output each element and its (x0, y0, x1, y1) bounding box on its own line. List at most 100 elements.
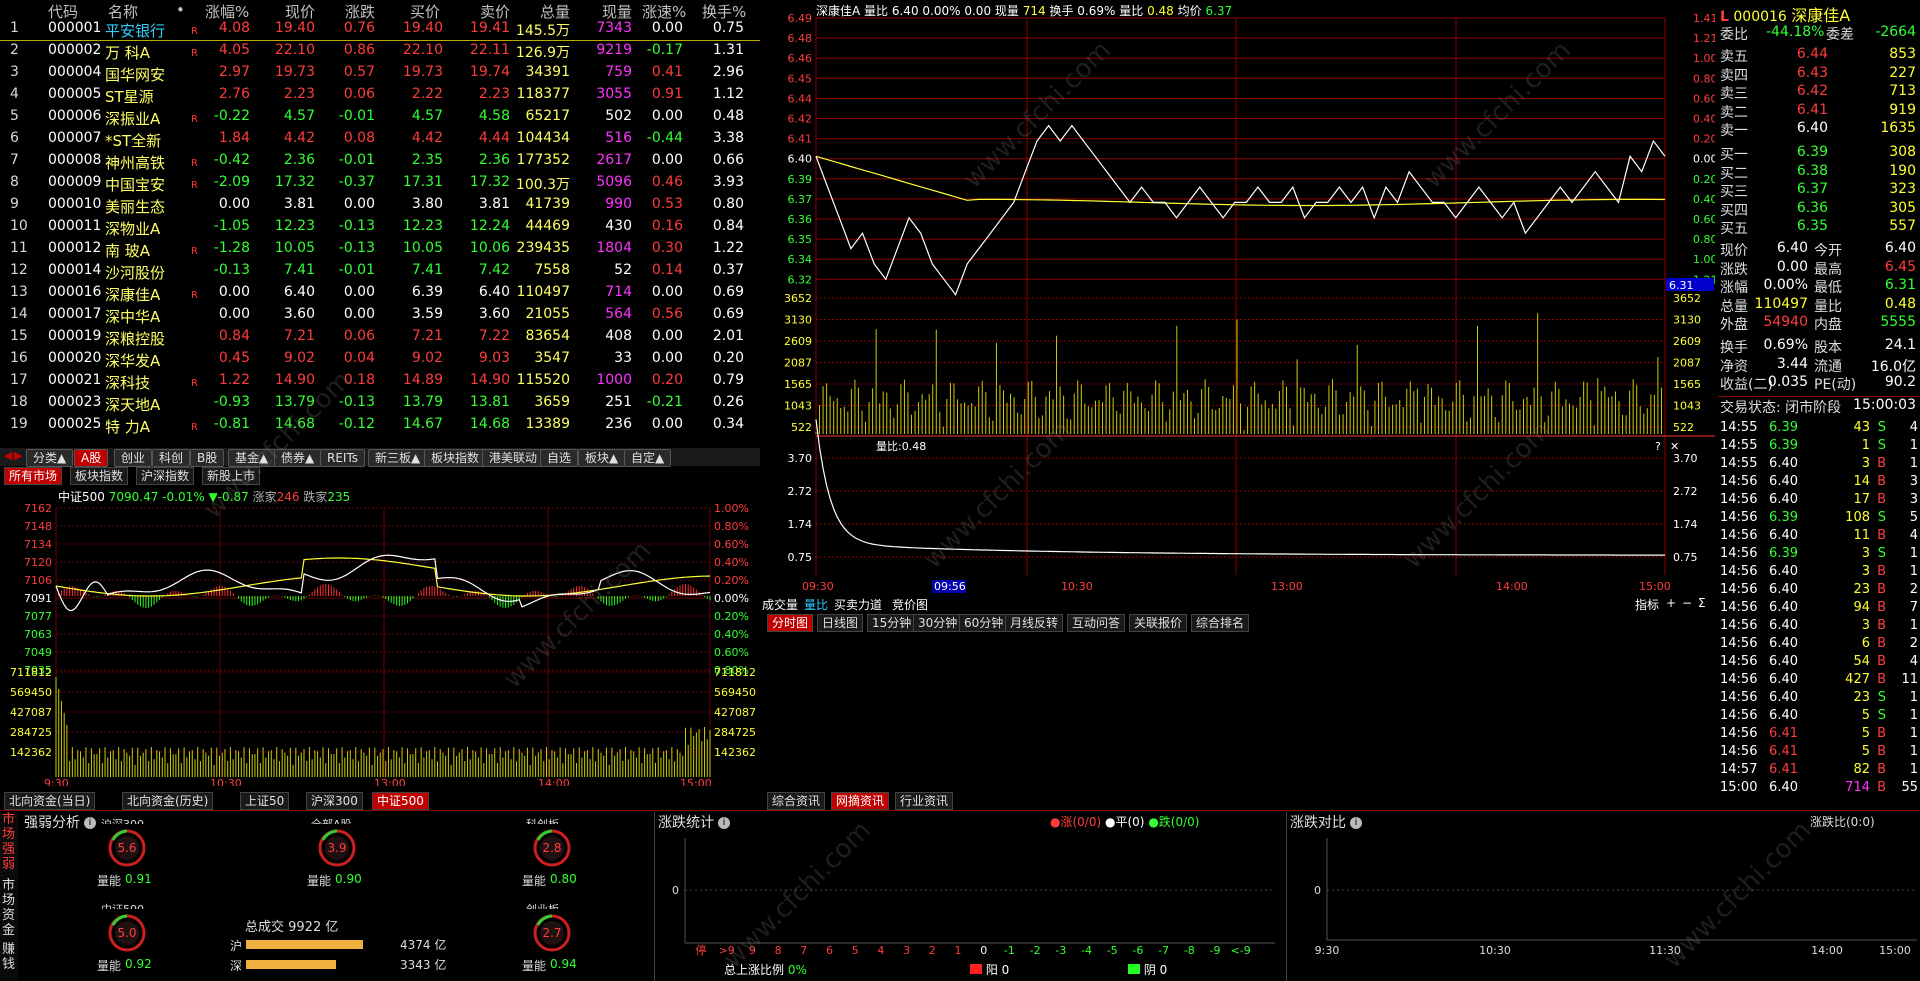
period-tab[interactable]: 关联报价 (1129, 614, 1188, 632)
stock-code[interactable]: 000012 (48, 240, 101, 256)
table-row[interactable]: 5 000006 深振业A R -0.22 4.57 -0.01 4.57 4.58 65217 5… (0, 106, 760, 128)
period-tab[interactable]: 日线图 (817, 614, 864, 632)
ask-level-row[interactable]: 卖四 6.43 227 (1718, 65, 1920, 84)
index-tab[interactable]: 沪深300 (306, 792, 363, 810)
period-tab[interactable]: 综合排名 (1191, 614, 1250, 632)
strength-gauge[interactable]: 5.6 (105, 826, 149, 870)
bid-level-row[interactable]: 买二 6.38 190 (1718, 163, 1920, 182)
stock-code[interactable]: 000004 (48, 64, 101, 80)
ask-level-row[interactable]: 卖三 6.42 713 (1718, 83, 1920, 102)
stock-name[interactable]: 深粮控股 (105, 328, 165, 349)
index-tab[interactable]: 北向资金(历史) (122, 792, 214, 810)
table-row[interactable]: 16 000020 深华发A 0.45 9.02 0.04 9.02 9.03 3547 33 0.… (0, 348, 760, 370)
table-row[interactable]: 11 000012 南 玻A R -1.28 10.05 -0.13 10.05 10.06 23… (0, 238, 760, 260)
stock-name[interactable]: 深中华A (105, 306, 160, 327)
table-row[interactable]: 18 000023 深天地A -0.93 13.79 -0.13 13.79 13.81 365… (0, 392, 760, 414)
stock-name[interactable]: ST星源 (105, 86, 154, 107)
stock-name[interactable]: 南 玻A (105, 240, 150, 261)
market-tab[interactable]: 板块指数 (70, 467, 129, 485)
stock-name[interactable]: 国华网安 (105, 64, 165, 85)
table-row[interactable]: 15 000019 深粮控股 0.84 7.21 0.06 7.21 7.22 83654 408… (0, 326, 760, 348)
table-row[interactable]: 4 000005 ST星源 2.76 2.23 0.06 2.22 2.23 118377 305… (0, 84, 760, 106)
stock-sub-tab[interactable]: 买卖力道 (834, 596, 882, 613)
stock-code[interactable]: 000007 (48, 130, 101, 146)
ask-level-row[interactable]: 卖二 6.41 919 (1718, 102, 1920, 121)
category-tab[interactable]: 自选 (540, 449, 579, 467)
category-tab[interactable]: 板块指数 (424, 449, 487, 467)
stock-name[interactable]: 美丽生态 (105, 196, 165, 217)
stock-name[interactable]: 中国宝安 (105, 174, 165, 195)
market-tab[interactable]: 沪深指数 (136, 467, 195, 485)
strength-gauge[interactable]: 2.8 (530, 826, 574, 870)
table-row[interactable]: 13 000016 深康佳A R 0.00 6.40 0.00 6.39 6.40 110497 7… (0, 282, 760, 304)
period-tab[interactable]: 互动问答 (1067, 614, 1126, 632)
index-tab[interactable]: 北向资金(当日) (4, 792, 96, 810)
table-row[interactable]: 19 000025 特 力A R -0.81 14.68 -0.12 14.67 14.68 13… (0, 414, 760, 436)
side-tab-market-capital[interactable]: 市场资金 (2, 878, 16, 938)
stock-code[interactable]: 000005 (48, 86, 101, 102)
stock-sub-tab[interactable]: 竞价图 (892, 596, 928, 613)
stock-code[interactable]: 000025 (48, 416, 101, 432)
scroll-left-icon[interactable]: ◀ (4, 449, 12, 462)
table-row[interactable]: 12 000014 沙河股份 -0.13 7.41 -0.01 7.41 7.42 7558 52… (0, 260, 760, 282)
stock-name[interactable]: *ST全新 (105, 130, 161, 151)
table-row[interactable]: 3 000004 国华网安 2.97 19.73 0.57 19.73 19.74 34391 7… (0, 62, 760, 84)
stock-name[interactable]: 神州高铁 (105, 152, 165, 173)
bid-level-row[interactable]: 买五 6.35 557 (1718, 218, 1920, 237)
indicator-sigma-icon[interactable]: Σ (1698, 596, 1706, 610)
category-tab[interactable]: 新三板▲ (368, 449, 428, 467)
category-tab[interactable]: A股 (74, 449, 109, 467)
stock-code[interactable]: 000001 (48, 20, 101, 36)
index-tab[interactable]: 上证50 (240, 792, 290, 810)
stock-name[interactable]: 万 科A (105, 42, 150, 63)
category-tab[interactable]: 科创 (152, 449, 191, 467)
stock-code[interactable]: 000020 (48, 350, 101, 366)
stock-name[interactable]: 平安银行 (105, 20, 165, 41)
indicator-button[interactable]: 指标 (1635, 596, 1659, 613)
category-tab[interactable]: B股 (190, 449, 225, 467)
period-tab[interactable]: 月线反转 (1005, 614, 1064, 632)
table-row[interactable]: 8 000009 中国宝安 R -2.09 17.32 -0.37 17.31 17.32 100… (0, 172, 760, 194)
stock-code[interactable]: 000023 (48, 394, 101, 410)
category-tab[interactable]: 港美联动 (482, 449, 545, 467)
stock-code[interactable]: 000010 (48, 196, 101, 212)
table-row[interactable]: 6 000007 *ST全新 1.84 4.42 0.08 4.42 4.44 104434 51… (0, 128, 760, 150)
stock-code[interactable]: 000021 (48, 372, 101, 388)
category-tab[interactable]: 创业 (114, 449, 153, 467)
period-tab[interactable]: 分时图 (767, 614, 814, 632)
stock-name[interactable]: 特 力A (105, 416, 150, 437)
stock-intraday-chart[interactable]: 6.49 6.48 6.46 6.45 6.44 6.42 6.41 6.40 6.39 6.37… (760, 0, 1715, 600)
stock-code[interactable]: 000008 (48, 152, 101, 168)
strength-gauge[interactable]: 2.7 (530, 911, 574, 955)
category-tab[interactable]: 板块▲ (578, 449, 626, 467)
table-row[interactable]: 14 000017 深中华A 0.00 3.60 0.00 3.59 3.60 21055 564… (0, 304, 760, 326)
ask-level-row[interactable]: 卖一 6.40 1635 (1718, 120, 1920, 139)
side-tab-money[interactable]: 赚钱 (2, 942, 16, 972)
category-tab[interactable]: REITs (320, 449, 366, 467)
stock-code[interactable]: 000014 (48, 262, 101, 278)
col-header-dot[interactable]: • (176, 1, 185, 19)
bid-level-row[interactable]: 买一 6.39 308 (1718, 144, 1920, 163)
category-tab[interactable]: 债券▲ (274, 449, 322, 467)
stock-code[interactable]: 000011 (48, 218, 101, 234)
stock-code[interactable]: 000006 (48, 108, 101, 124)
news-tab[interactable]: 网摘资讯 (831, 792, 890, 810)
table-row[interactable]: 10 000011 深物业A -1.05 12.23 -0.13 12.23 12.24 444… (0, 216, 760, 238)
market-tab[interactable]: 所有市场 (4, 467, 63, 485)
stock-name[interactable]: 深振业A (105, 108, 160, 129)
stock-name[interactable]: 深康佳A (105, 284, 160, 305)
indicator-minus-icon[interactable]: − (1682, 596, 1692, 610)
stock-name[interactable]: 深物业A (105, 218, 160, 239)
news-tab[interactable]: 行业资讯 (895, 792, 954, 810)
index-intraday-chart[interactable]: 7162714871347120710670917077706370497035… (0, 502, 760, 786)
side-tab-market-strength[interactable]: 市场强弱 (2, 812, 16, 872)
market-tab[interactable]: 新股上市 (202, 467, 261, 485)
period-tab[interactable]: 30分钟 (913, 614, 963, 632)
scroll-right-icon[interactable]: ▶ (14, 449, 22, 462)
table-row[interactable]: 1 000001 平安银行 R 4.08 19.40 0.76 19.40 19.41 145.5… (0, 18, 760, 41)
category-tab[interactable]: 分类▲ (26, 449, 74, 467)
stock-sub-tab[interactable]: 量比 (804, 596, 828, 613)
table-row[interactable]: 7 000008 神州高铁 R -0.42 2.36 -0.01 2.35 2.36 177352… (0, 150, 760, 172)
category-tab[interactable]: 自定▲ (624, 449, 672, 467)
table-row[interactable]: 2 000002 万 科A R 4.05 22.10 0.86 22.10 22.11 126.9… (0, 40, 760, 62)
